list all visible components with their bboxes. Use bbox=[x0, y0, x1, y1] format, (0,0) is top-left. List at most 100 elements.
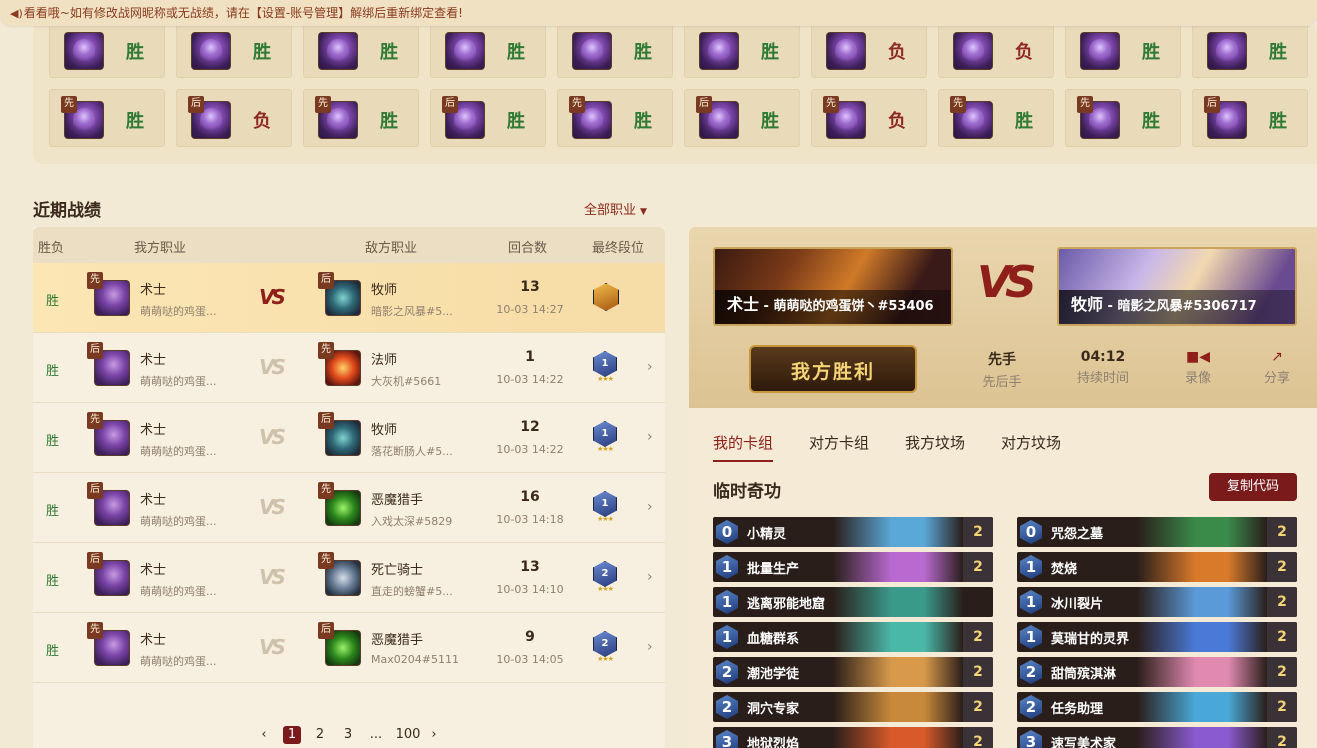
rank-stars-icon: ★★★ bbox=[597, 655, 614, 663]
card-name: 甜筒殡淇淋 bbox=[1051, 667, 1117, 682]
card-count: 2 bbox=[1267, 622, 1297, 652]
recent-game-cell[interactable]: 先胜 bbox=[557, 89, 673, 147]
rank-number: 1 bbox=[601, 428, 609, 439]
recent-game-cell[interactable]: 先胜 bbox=[303, 89, 419, 147]
recent-game-cell[interactable]: 负 bbox=[811, 20, 927, 78]
rank-badge-icon: 2 ★★★ bbox=[591, 631, 619, 663]
deck-card[interactable]: 2 潮池学徒 2 bbox=[713, 657, 993, 687]
mana-cost-icon: 3 bbox=[716, 730, 738, 748]
share-icon: ↗ bbox=[1271, 349, 1283, 365]
match-row[interactable]: 胜 后术士 萌萌哒的鸡蛋... VS 先恶魔猎手 入戏太深#5829 16 10-03 14:… bbox=[33, 473, 665, 543]
recent-game-cell[interactable]: 胜 bbox=[684, 20, 800, 78]
page-2-button[interactable]: 2 bbox=[311, 726, 329, 744]
vs-icon: VS bbox=[259, 285, 286, 309]
match-date: 10-03 14:10 bbox=[496, 583, 564, 596]
recent-game-cell[interactable]: 先胜 bbox=[938, 89, 1054, 147]
chevron-right-icon[interactable]: › bbox=[647, 639, 653, 655]
deck-card[interactable]: 1 莫瑞甘的灵界 2 bbox=[1017, 622, 1297, 652]
chevron-right-icon[interactable]: › bbox=[647, 429, 653, 445]
recent-game-cell[interactable]: 后胜 bbox=[1192, 89, 1308, 147]
next-page-button[interactable]: › bbox=[425, 726, 443, 744]
copy-code-button[interactable]: 复制代码 bbox=[1209, 473, 1297, 501]
match-table: 胜负 我方职业 敌方职业 回合数 最终段位 胜先术士 萌萌哒的鸡蛋... VS 后牧师… bbox=[33, 227, 665, 748]
card-name: 批量生产 bbox=[747, 562, 800, 577]
recent-game-cell[interactable]: 先胜 bbox=[49, 89, 165, 147]
match-result: 胜 bbox=[46, 644, 60, 659]
recent-game-cell[interactable]: 负 bbox=[938, 20, 1054, 78]
card-art bbox=[833, 727, 963, 748]
recent-game-cell[interactable]: 胜 bbox=[1065, 20, 1181, 78]
warlock-portrait-icon bbox=[572, 32, 612, 70]
deck-card[interactable]: 2 甜筒殡淇淋 2 bbox=[1017, 657, 1297, 687]
opp-player: 入戏太深#5829 bbox=[371, 515, 453, 528]
my-turn-tag: 后 bbox=[87, 552, 103, 569]
rank-badge-icon: 2 ★★★ bbox=[591, 561, 619, 593]
recent-game-cell[interactable]: 胜 bbox=[430, 20, 546, 78]
tab-opp-deck[interactable]: 对方卡组 bbox=[809, 432, 869, 453]
deck-card[interactable]: 3 地狱烈焰 2 bbox=[713, 727, 993, 748]
deck-card[interactable]: 2 洞穴专家 2 bbox=[713, 692, 993, 722]
deck-card[interactable]: 0 小精灵 2 bbox=[713, 517, 993, 547]
match-row[interactable]: 胜 后术士 萌萌哒的鸡蛋... VS 先法师 大灰机#5661 1 10-03 14:22 1 ★… bbox=[33, 333, 665, 403]
deck-card[interactable]: 3 速写美术家 2 bbox=[1017, 727, 1297, 748]
notice-text: 看看哦~如有修改战网昵称或无战绩，请在【设置-账号管理】解绑后重新绑定查看! bbox=[23, 6, 463, 20]
match-row[interactable]: 胜 后术士 萌萌哒的鸡蛋... VS 先死亡骑士 直走的螃蟹#5... 13 10-03 14… bbox=[33, 543, 665, 613]
tab-my-graveyard[interactable]: 我方坟场 bbox=[905, 432, 965, 453]
card-art bbox=[833, 517, 963, 547]
my-player: 萌萌哒的鸡蛋... bbox=[140, 655, 217, 668]
recent-game-cell[interactable]: 后胜 bbox=[684, 89, 800, 147]
pager-ellipsis: ... bbox=[369, 727, 383, 742]
deck-card[interactable]: 0 咒怨之墓 2 bbox=[1017, 517, 1297, 547]
table-header: 胜负 我方职业 敌方职业 回合数 最终段位 bbox=[33, 227, 665, 263]
chevron-right-icon[interactable]: › bbox=[647, 569, 653, 585]
page-100-button[interactable]: 100 bbox=[395, 726, 421, 744]
match-row[interactable]: 胜 先术士 萌萌哒的鸡蛋... VS 后恶魔猎手 Max0204#5111 9 10-03 1… bbox=[33, 613, 665, 683]
page-3-button[interactable]: 3 bbox=[339, 726, 357, 744]
warlock-portrait-icon bbox=[699, 32, 739, 70]
recent-game-cell[interactable]: 胜 bbox=[557, 20, 673, 78]
recent-game-cell[interactable]: 先负 bbox=[811, 89, 927, 147]
notice-bar: ◀)看看哦~如有修改战网昵称或无战绩，请在【设置-账号管理】解绑后重新绑定查看! bbox=[0, 0, 1317, 26]
chevron-right-icon[interactable]: › bbox=[647, 499, 653, 515]
recent-game-cell[interactable]: 胜 bbox=[1192, 20, 1308, 78]
opp-hero-class: 牧师 bbox=[1071, 295, 1104, 314]
recent-game-cell[interactable]: 先胜 bbox=[1065, 89, 1181, 147]
page-1-button[interactable]: 1 bbox=[283, 726, 301, 744]
match-result: 胜 bbox=[46, 434, 60, 449]
card-name: 地狱烈焰 bbox=[747, 737, 800, 748]
deck-card[interactable]: 2 任务助理 2 bbox=[1017, 692, 1297, 722]
deck-card[interactable]: 1 血糖群系 2 bbox=[713, 622, 993, 652]
card-count: 2 bbox=[1267, 552, 1297, 582]
match-row[interactable]: 胜 先术士 萌萌哒的鸡蛋... VS 后牧师 落花断肠人#5... 12 10-03 14:2… bbox=[33, 403, 665, 473]
my-turn-tag: 先 bbox=[87, 412, 103, 429]
tab-opp-graveyard[interactable]: 对方坟场 bbox=[1001, 432, 1061, 453]
opp-player: 大灰机#5661 bbox=[371, 375, 442, 388]
recent-game-cell[interactable]: 后负 bbox=[176, 89, 292, 147]
deck-card[interactable]: 1 焚烧 2 bbox=[1017, 552, 1297, 582]
chevron-right-icon[interactable]: › bbox=[647, 359, 653, 375]
card-art bbox=[833, 552, 963, 582]
card-art bbox=[1137, 622, 1267, 652]
deck-card[interactable]: 1 批量生产 2 bbox=[713, 552, 993, 582]
rounds-count: 1 bbox=[525, 349, 535, 365]
deck-card[interactable]: 1 逃离邪能地窟 bbox=[713, 587, 993, 617]
warlock-portrait-icon bbox=[1207, 32, 1247, 70]
mana-cost-icon: 1 bbox=[716, 625, 738, 649]
recent-game-cell[interactable]: 后胜 bbox=[430, 89, 546, 147]
match-row[interactable]: 胜 先术士 萌萌哒的鸡蛋... VS 后牧师 暗影之风暴#5... 13 10-03 14:2… bbox=[33, 263, 665, 333]
deck-card[interactable]: 1 冰川裂片 2 bbox=[1017, 587, 1297, 617]
replay-button[interactable]: ■◀ 录像 bbox=[1158, 349, 1238, 386]
victory-banner: 我方胜利 bbox=[749, 345, 917, 393]
opp-class-avatar-icon: 先 bbox=[318, 552, 361, 596]
recent-game-cell[interactable]: 胜 bbox=[176, 20, 292, 78]
recent-game-cell[interactable]: 胜 bbox=[303, 20, 419, 78]
game-result: 胜 bbox=[126, 42, 144, 63]
game-result: 胜 bbox=[380, 42, 398, 63]
recent-game-cell[interactable]: 胜 bbox=[49, 20, 165, 78]
share-button[interactable]: ↗ 分享 bbox=[1237, 349, 1317, 386]
duration-value: 04:12 bbox=[1080, 349, 1126, 365]
tab-my-deck[interactable]: 我的卡组 bbox=[713, 432, 774, 462]
match-result: 胜 bbox=[46, 574, 60, 589]
prev-page-button[interactable]: ‹ bbox=[255, 726, 273, 744]
class-filter-dropdown[interactable]: 全部职业 ▼ bbox=[584, 199, 647, 218]
